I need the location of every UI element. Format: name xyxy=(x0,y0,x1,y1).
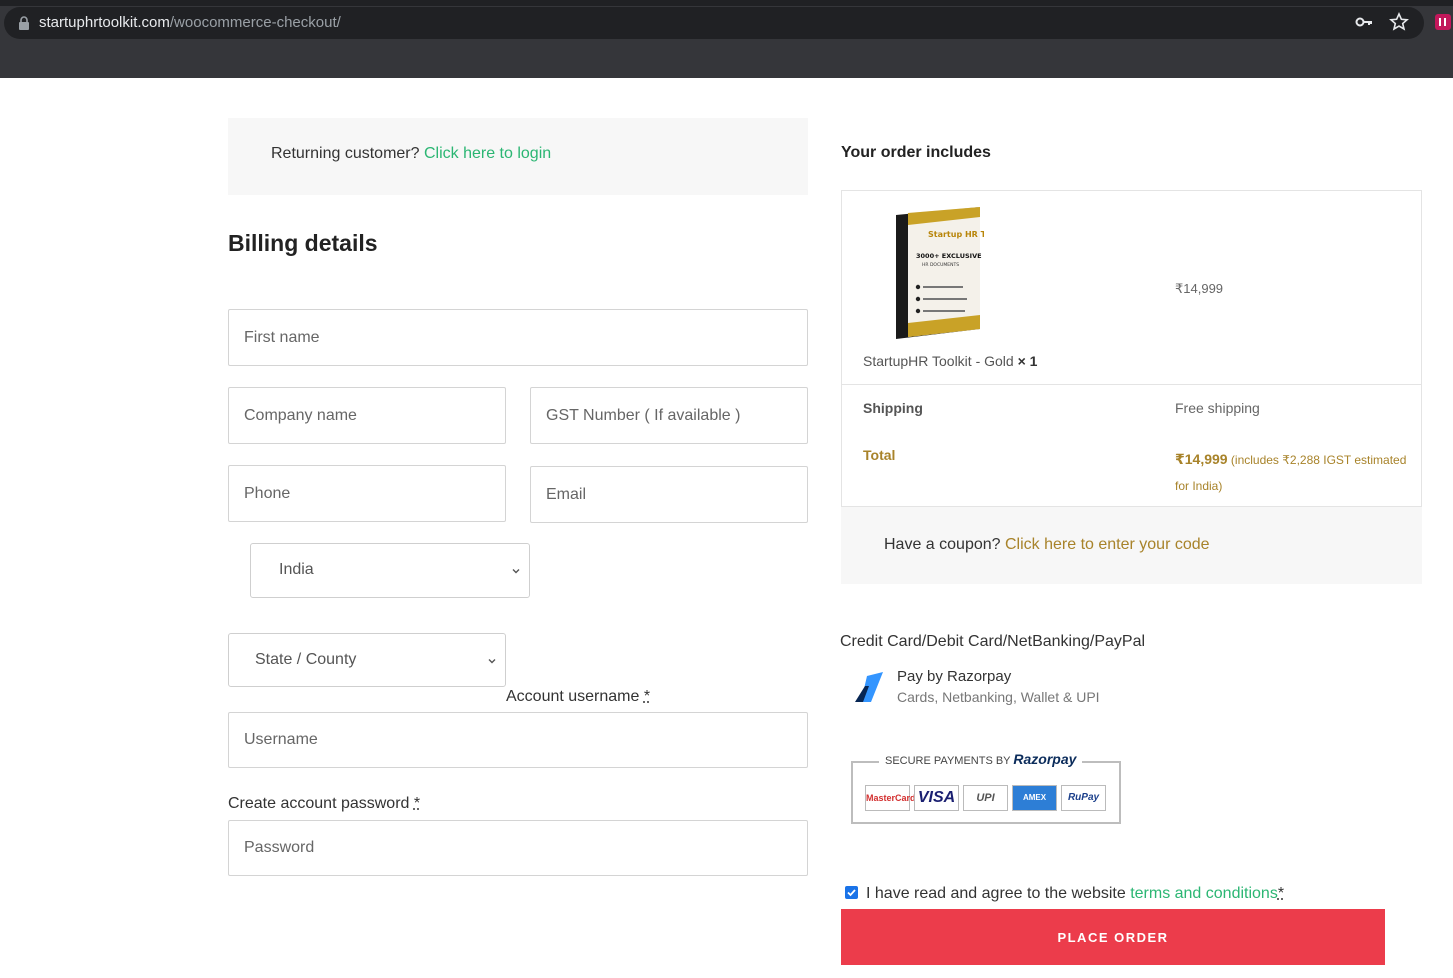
divider xyxy=(841,384,1422,385)
coupon-link[interactable]: Click here to enter your code xyxy=(1005,536,1210,553)
username-field[interactable] xyxy=(228,712,808,768)
total-amount: ₹14,999 xyxy=(1175,451,1228,467)
username-input[interactable] xyxy=(229,713,807,767)
razorpay-logo-icon xyxy=(855,672,883,702)
bookmark-star-icon[interactable] xyxy=(1389,12,1409,32)
terms-label: I have read and agree to the website ter… xyxy=(866,885,1285,902)
amex-icon: AMEX xyxy=(1012,785,1057,811)
svg-text:HR DOCUMENTS: HR DOCUMENTS xyxy=(922,262,959,268)
phone-input[interactable] xyxy=(229,466,505,521)
password-label: Create account password * xyxy=(228,795,421,812)
terms-checkbox[interactable] xyxy=(845,886,858,899)
product-image: Startup HR Toolkit 3000+ EXCLUSIVE HR DO… xyxy=(896,207,984,339)
rupay-icon: RuPay xyxy=(1061,785,1106,811)
svg-text:3000+ EXCLUSIVE: 3000+ EXCLUSIVE xyxy=(916,252,982,260)
password-input[interactable] xyxy=(229,821,807,875)
browser-chrome: startuphrtoolkit.com/woocommerce-checkou… xyxy=(0,0,1453,78)
required-mark: * xyxy=(413,795,421,812)
username-label: Account username * xyxy=(506,688,651,705)
billing-details-heading: Billing details xyxy=(228,230,378,256)
shipping-label: Shipping xyxy=(863,400,923,416)
mastercard-icon: MasterCard xyxy=(865,785,916,811)
coupon-notice: Have a coupon? Click here to enter your … xyxy=(841,507,1422,584)
tab-strip xyxy=(0,0,1453,6)
gst-field[interactable] xyxy=(530,387,808,444)
razorpay-title: Pay by Razorpay xyxy=(897,668,1012,685)
check-icon xyxy=(847,889,856,897)
terms-link[interactable]: terms and conditions xyxy=(1130,885,1278,902)
key-icon[interactable] xyxy=(1355,14,1373,30)
phone-field[interactable] xyxy=(228,465,506,522)
chevron-down-icon xyxy=(488,659,496,664)
country-value: India xyxy=(279,561,314,578)
email-input[interactable] xyxy=(531,467,807,522)
url-text[interactable]: startuphrtoolkit.com/woocommerce-checkou… xyxy=(39,14,341,31)
coupon-prompt: Have a coupon? xyxy=(884,536,1001,553)
product-name: StartupHR Toolkit - Gold × 1 xyxy=(863,353,1038,369)
shipping-value: Free shipping xyxy=(1175,400,1260,416)
company-input[interactable] xyxy=(229,388,505,443)
visa-icon: VISA xyxy=(914,785,959,811)
state-select[interactable]: State / County xyxy=(228,633,506,687)
razorpay-subtitle: Cards, Netbanking, Wallet & UPI xyxy=(897,689,1100,705)
first-name-field[interactable] xyxy=(228,309,808,366)
upi-icon: UPI xyxy=(963,785,1008,811)
product-price: ₹14,999 xyxy=(1175,281,1224,296)
chevron-down-icon xyxy=(512,569,520,574)
lock-icon xyxy=(19,16,29,30)
returning-customer-notice: Returning customer? Click here to login xyxy=(228,118,808,195)
svg-text:Startup HR Toolkit: Startup HR Toolkit xyxy=(928,230,984,239)
first-name-input[interactable] xyxy=(229,310,807,365)
product-quantity: × 1 xyxy=(1017,353,1038,369)
payment-method-label[interactable]: Credit Card/Debit Card/NetBanking/PayPal xyxy=(840,633,1145,651)
required-mark: * xyxy=(643,688,651,705)
returning-prompt: Returning customer? xyxy=(271,145,420,162)
total-label: Total xyxy=(863,447,896,463)
gst-input[interactable] xyxy=(531,388,807,443)
address-bar[interactable]: startuphrtoolkit.com/woocommerce-checkou… xyxy=(4,7,1424,39)
extension-icon[interactable] xyxy=(1433,12,1453,32)
order-summary-heading: Your order includes xyxy=(841,144,991,161)
country-select[interactable]: India xyxy=(250,543,530,598)
email-field[interactable] xyxy=(530,466,808,523)
password-field[interactable] xyxy=(228,820,808,876)
place-order-button[interactable]: PLACE ORDER xyxy=(841,909,1385,965)
state-value: State / County xyxy=(255,651,357,668)
required-mark: * xyxy=(1277,885,1285,902)
razorpay-brand: Razorpay xyxy=(1013,751,1077,767)
company-field[interactable] xyxy=(228,387,506,444)
login-link[interactable]: Click here to login xyxy=(424,145,551,162)
secure-payments-label: SECURE PAYMENTS BY Razorpay xyxy=(879,751,1083,767)
total-value: ₹14,999 (includes ₹2,288 IGST estimated … xyxy=(1175,446,1410,499)
